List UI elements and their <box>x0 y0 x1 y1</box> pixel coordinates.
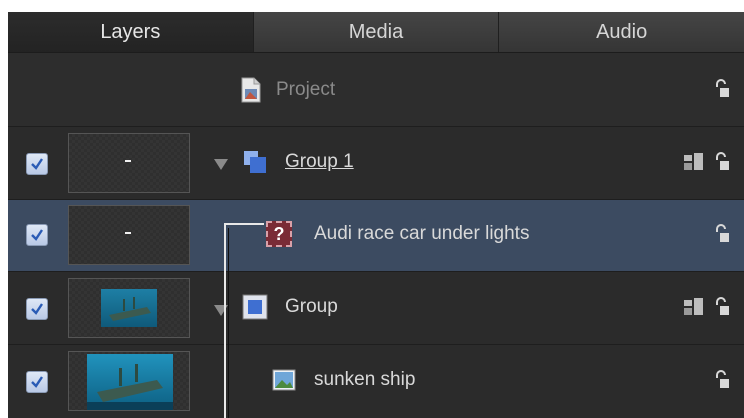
thumbnail-placeholder <box>125 160 131 162</box>
layer-row-project[interactable]: Project <box>8 53 744 127</box>
image-layer-icon <box>272 369 296 396</box>
tab-media[interactable]: Media <box>253 12 500 52</box>
lock-icon[interactable] <box>714 79 730 104</box>
thumbnail-placeholder <box>125 232 131 234</box>
disclosure-triangle-icon[interactable] <box>214 159 228 170</box>
layer-row-group-1[interactable]: Group 1 <box>8 127 744 200</box>
tab-bar: Layers Media Audio <box>8 12 744 53</box>
layer-row-sunken-ship[interactable]: sunken ship <box>8 345 744 418</box>
visibility-checkbox[interactable] <box>26 153 48 175</box>
layer-label-group-1[interactable]: Group 1 <box>285 151 354 173</box>
tab-audio[interactable]: Audio <box>499 12 744 52</box>
layers-panel: Layers Media Audio Project Group 1 ? Aud… <box>8 12 744 418</box>
lock-icon[interactable] <box>714 370 730 395</box>
layer-thumbnail <box>68 278 190 338</box>
layer-thumbnail <box>68 205 190 265</box>
missing-media-glyph: ? <box>273 223 285 244</box>
callout-line-shadow <box>228 228 229 418</box>
visibility-checkbox[interactable] <box>26 371 48 393</box>
sunken-ship-thumbnail <box>87 354 173 410</box>
layer-label-group[interactable]: Group <box>285 296 338 318</box>
tab-layers[interactable]: Layers <box>8 12 254 52</box>
group-stack-icon[interactable] <box>684 298 704 321</box>
group-layer-icon <box>242 149 268 180</box>
layer-label-audi[interactable]: Audi race car under lights <box>314 223 529 245</box>
group-stack-icon[interactable] <box>684 153 704 176</box>
missing-media-icon: ? <box>266 221 292 247</box>
lock-icon[interactable] <box>714 297 730 322</box>
visibility-checkbox[interactable] <box>26 224 48 246</box>
group-layer-icon <box>242 294 268 325</box>
layer-label-project: Project <box>276 79 336 100</box>
layer-row-audi[interactable]: ? Audi race car under lights <box>8 200 744 272</box>
project-file-icon <box>240 77 262 108</box>
callout-line-vertical <box>224 224 226 418</box>
layer-thumbnail <box>68 351 190 411</box>
visibility-checkbox[interactable] <box>26 298 48 320</box>
callout-line-horizontal <box>224 223 264 225</box>
layer-row-group[interactable]: Group <box>8 272 744 345</box>
lock-icon[interactable] <box>714 224 730 249</box>
layer-label-sunken-ship[interactable]: sunken ship <box>314 369 415 391</box>
lock-icon[interactable] <box>714 152 730 177</box>
sunken-ship-thumbnail <box>101 289 157 327</box>
layer-thumbnail <box>68 133 190 193</box>
